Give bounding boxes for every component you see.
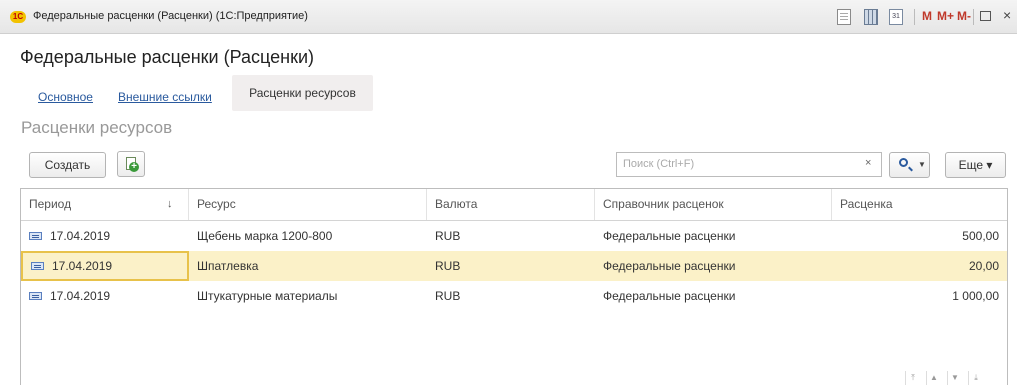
scroll-last-icon[interactable]: ⤓ [968,371,983,385]
cell-period: 17.04.2019 [21,221,189,251]
table-row[interactable]: 17.04.2019 Щебень марка 1200-800 RUB Фед… [21,221,1007,251]
document-icon[interactable] [837,9,851,25]
close-icon[interactable]: × [1003,7,1011,23]
search-placeholder: Поиск (Ctrl+F) [623,158,695,170]
cell-price: 1 000,00 [952,289,999,303]
period-value: 17.04.2019 [50,289,111,303]
clear-search-icon[interactable]: × [865,157,871,169]
scroll-down-icon[interactable]: ▼ [947,371,962,385]
calendar-icon[interactable]: 31 [889,9,903,25]
more-button[interactable]: Еще ▾ [945,152,1006,178]
memory-button[interactable]: M [922,9,932,23]
toolbar-separator [973,9,974,25]
memory-minus-button[interactable]: M- [957,9,971,23]
cell-resource: Штукатурные материалы [197,289,338,303]
create-button[interactable]: Создать [29,152,106,178]
app-logo-icon: 1С [10,11,26,23]
record-icon [29,231,42,240]
search-input[interactable]: Поиск (Ctrl+F) × [616,152,882,177]
resource-prices-table[interactable]: Период ↓ Ресурс Валюта Справочник расцен… [20,188,1008,385]
scroll-up-icon[interactable]: ▲ [926,371,941,385]
sort-descending-icon: ↓ [167,198,173,210]
column-header-price[interactable]: Расценка [832,189,1007,220]
plus-icon: + [129,162,139,172]
table-icon[interactable] [864,9,878,25]
column-header-resource[interactable]: Ресурс [189,189,427,220]
period-value: 17.04.2019 [52,259,113,273]
record-icon [29,291,42,300]
memory-plus-button[interactable]: M+ [937,9,954,23]
tab-external-links[interactable]: Внешние ссылки [118,90,212,104]
search-button[interactable]: ▼ [889,152,930,178]
cell-currency: RUB [435,229,461,243]
add-document-button[interactable]: + [117,151,145,177]
cell-catalog: Федеральные расценки [603,229,736,243]
cell-catalog: Федеральные расценки [603,259,736,273]
table-row-selected[interactable]: 17.04.2019 Шпатлевка RUB Федеральные рас… [21,251,1007,281]
scroll-first-icon[interactable]: ⤒ [905,371,920,385]
cell-price: 500,00 [962,229,999,243]
cell-currency: RUB [435,289,461,303]
cell-period: 17.04.2019 [21,281,189,311]
window-titlebar: 1С Федеральные расценки (Расценки) (1С:П… [0,0,1017,34]
cell-catalog: Федеральные расценки [603,289,736,303]
page-title: Федеральные расценки (Расценки) [20,47,315,67]
table-row[interactable]: 17.04.2019 Штукатурные материалы RUB Фед… [21,281,1007,311]
toolbar-separator [914,9,915,25]
table-header: Период ↓ Ресурс Валюта Справочник расцен… [21,189,1007,221]
section-title: Расценки ресурсов [21,118,173,137]
record-icon [31,261,44,270]
cell-period: 17.04.2019 [21,251,189,281]
column-header-currency[interactable]: Валюта [427,189,595,220]
cell-resource: Шпатлевка [197,259,259,273]
cell-currency: RUB [435,259,461,273]
column-header-period[interactable]: Период ↓ [21,189,189,220]
cell-price: 20,00 [968,259,999,273]
tab-main[interactable]: Основное [38,90,93,104]
chevron-down-icon: ▼ [918,160,926,169]
period-value: 17.04.2019 [50,229,111,243]
tab-resource-prices[interactable]: Расценки ресурсов [232,75,373,111]
window-title: Федеральные расценки (Расценки) (1С:Пред… [33,10,308,22]
restore-window-icon[interactable] [980,11,991,21]
column-header-label: Период [29,197,72,211]
magnifier-icon [899,158,908,167]
column-header-catalog[interactable]: Справочник расценок [595,189,832,220]
cell-resource: Щебень марка 1200-800 [197,229,333,243]
